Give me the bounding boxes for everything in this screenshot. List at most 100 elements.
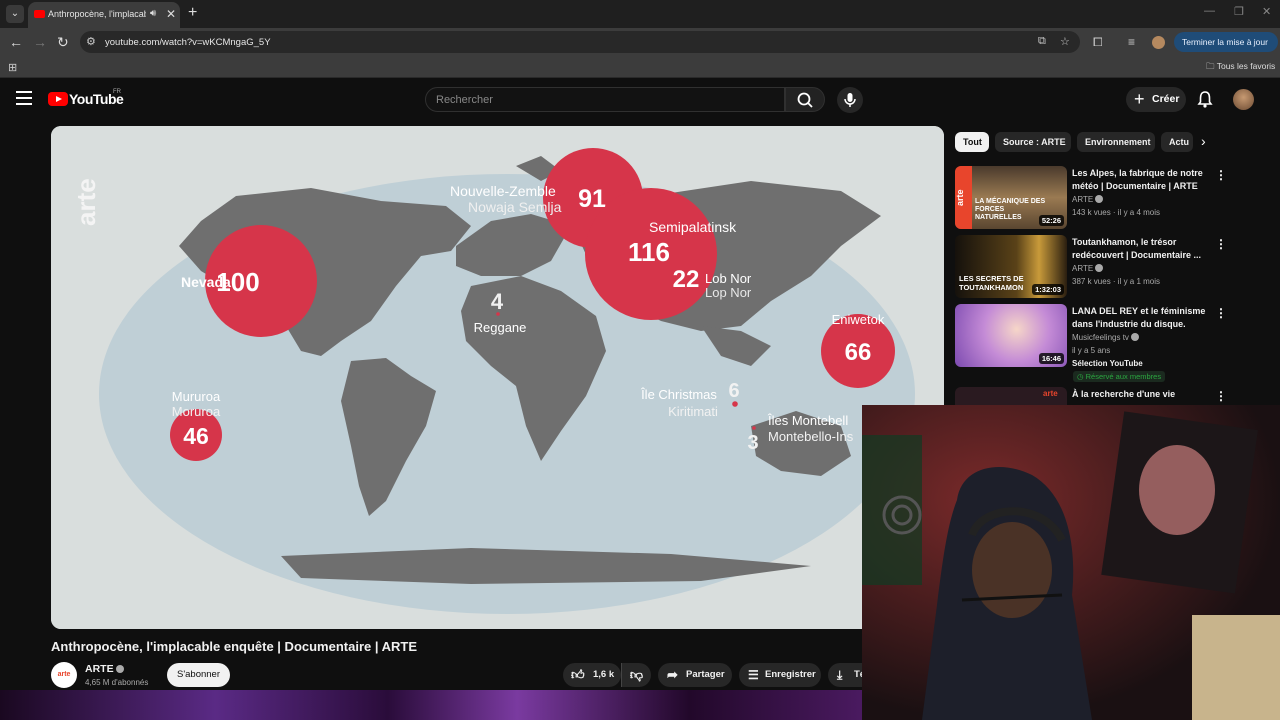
browser-tab[interactable]: Anthropocène, l'implacable 🔊︎ ✕ <box>28 2 180 28</box>
profile-avatar-icon[interactable] <box>1152 36 1165 49</box>
more-options-icon[interactable]: ⋮ <box>1215 168 1227 182</box>
save-button[interactable]: ☰ Enregistrer <box>739 663 821 687</box>
recommendation-title[interactable]: Toutankhamon, le trésor redécouvert | Do… <box>1072 236 1208 262</box>
site-alt-label: Kiritimati <box>668 404 718 419</box>
recommendation-title[interactable]: Les Alpes, la fabrique de notre météo | … <box>1072 167 1208 193</box>
url-text[interactable]: youtube.com/watch?v=wKCMngaG_5Y <box>105 37 271 48</box>
reading-list-icon[interactable]: ≡ <box>1128 35 1135 49</box>
hamburger-menu-icon[interactable] <box>16 91 32 105</box>
video-thumbnail[interactable]: LES SECRETS DE TOUTANKHAMON 1:32:03 <box>955 235 1067 298</box>
search-button[interactable] <box>785 87 825 112</box>
bookmark-star-icon[interactable]: ☆ <box>1060 35 1070 48</box>
install-app-icon[interactable]: ⧉ <box>1038 35 1046 48</box>
site-alt-label: Montebello-Ins <box>768 429 854 444</box>
recommendation-item[interactable]: 16:46 LANA DEL REY et le féminisme dans … <box>955 304 1255 368</box>
recommendation-title[interactable]: À la recherche d'une vie <box>1072 388 1208 401</box>
all-bookmarks-button[interactable]: 🗀︎ Tous les favoris <box>1206 61 1275 75</box>
maximize-window-icon[interactable]: ❐ <box>1234 5 1244 18</box>
site-count: 3 <box>747 432 758 454</box>
site-dot <box>496 312 500 316</box>
plus-icon: + <box>1134 89 1145 109</box>
chevron-right-icon[interactable]: › <box>1201 133 1206 149</box>
extensions-icon[interactable]: ⧠ <box>1093 35 1103 50</box>
dislike-button[interactable]: 👎︎ <box>621 663 651 687</box>
video-player[interactable]: arte 100 Nevada 91 Nouvelle-Zemble Nowaj… <box>51 126 944 629</box>
webcam-overlay <box>862 405 1280 720</box>
share-button[interactable]: ➦ Partager <box>658 663 732 687</box>
site-alt-label: Nowaja Semlja <box>468 199 562 215</box>
more-options-icon[interactable]: ⋮ <box>1215 389 1227 403</box>
thumbs-down-icon: 👎︎ <box>629 667 644 682</box>
verified-check-icon <box>1095 264 1104 272</box>
reload-icon[interactable]: ↻ <box>57 34 69 51</box>
share-arrow-icon: ➦ <box>667 667 678 682</box>
site-count: 66 <box>845 339 872 366</box>
chip-all[interactable]: Tout <box>955 132 989 152</box>
site-label: Mururoa <box>172 389 221 404</box>
recommendation-item[interactable]: LES SECRETS DE TOUTANKHAMON 1:32:03 Tout… <box>955 235 1255 299</box>
create-button[interactable]: + Créer <box>1126 87 1186 112</box>
tab-search-chevron-icon[interactable]: ⌄ <box>6 5 24 23</box>
site-label: Nouvelle-Zemble <box>450 183 556 199</box>
background-video-strip <box>0 690 862 720</box>
site-count: 46 <box>183 423 209 449</box>
channel-name[interactable]: ARTE <box>85 663 124 675</box>
site-count: 6 <box>728 380 739 402</box>
site-label: Eniwetok <box>832 312 885 327</box>
voice-search-button[interactable] <box>837 87 863 113</box>
recommendation-item[interactable]: arte LA MÉCANIQUE DES FORCES NATURELLES … <box>955 166 1255 230</box>
site-info-icon[interactable]: ⚙ <box>86 35 96 48</box>
recommendation-channel[interactable]: Musicfeelings tv <box>1072 333 1139 342</box>
video-duration: 1:32:03 <box>1032 284 1064 295</box>
back-arrow-icon[interactable]: ← <box>9 34 23 50</box>
video-thumbnail[interactable]: arte LA MÉCANIQUE DES FORCES NATURELLES … <box>955 166 1067 229</box>
microphone-icon <box>844 93 856 107</box>
address-bar[interactable]: ⚙ youtube.com/watch?v=wKCMngaG_5Y ⧉ ☆ <box>80 31 1080 53</box>
chip-environment[interactable]: Environnement <box>1077 132 1155 152</box>
site-label: Île Christmas <box>640 387 717 402</box>
site-dot <box>752 426 756 430</box>
video-thumbnail[interactable]: arte <box>955 387 1067 405</box>
verified-check-icon <box>1130 333 1139 341</box>
recommendation-channel[interactable]: ARTE <box>1072 264 1104 273</box>
youtube-logo-icon[interactable] <box>48 92 68 106</box>
search-box[interactable] <box>425 87 785 112</box>
new-tab-icon[interactable]: + <box>188 4 197 22</box>
more-options-icon[interactable]: ⋮ <box>1215 306 1227 320</box>
tab-title: Anthropocène, l'implacable <box>48 9 146 19</box>
recommendation-channel[interactable]: ARTE <box>1072 195 1104 204</box>
recommendation-title[interactable]: LANA DEL REY et le féminisme dans l'indu… <box>1072 305 1208 331</box>
site-count: 22 <box>673 266 700 293</box>
thumb-logo: arte <box>1043 389 1058 398</box>
video-title: Anthropocène, l'implacable enquête | Doc… <box>51 639 418 654</box>
download-icon: ⤓ <box>837 668 843 682</box>
site-count: 91 <box>578 185 606 213</box>
members-only-badge: ◷ Réservé aux membres <box>1073 371 1166 382</box>
apps-grid-icon[interactable]: ⊞ <box>8 61 17 74</box>
close-window-icon[interactable]: ✕ <box>1262 5 1271 18</box>
chip-news[interactable]: Actu <box>1161 132 1193 152</box>
more-options-icon[interactable]: ⋮ <box>1215 237 1227 251</box>
channel-avatar[interactable]: arte <box>51 662 77 688</box>
like-button[interactable]: 👍︎ 1,6 k <box>563 663 621 687</box>
recommendation-item[interactable]: arte À la recherche d'une vie ⋮ <box>955 387 1255 405</box>
video-thumbnail[interactable]: 16:46 <box>955 304 1067 367</box>
close-tab-icon[interactable]: ✕ <box>166 7 176 21</box>
subscriber-count: 4,65 M d'abonnés <box>85 678 149 687</box>
notifications-bell-icon[interactable] <box>1197 90 1213 108</box>
bookmarks-bar: ⊞ 🗀︎ Tous les favoris <box>0 56 1280 78</box>
browser-tab-strip: ⌄ Anthropocène, l'implacable 🔊︎ ✕ + — ❐ … <box>0 0 1280 28</box>
recommendation-meta: 387 k vues · il y a 1 mois <box>1072 277 1161 286</box>
youtube-selection-label: Sélection YouTube <box>1072 359 1143 368</box>
video-duration: 52:26 <box>1038 215 1064 226</box>
recommendation-meta: 143 k vues · il y a 4 mois <box>1072 208 1161 217</box>
speaker-icon[interactable]: 🔊︎ <box>150 8 156 19</box>
account-avatar[interactable] <box>1233 89 1254 110</box>
subscribe-button[interactable]: S'abonner <box>167 663 230 687</box>
search-input[interactable] <box>426 88 784 111</box>
finish-update-button[interactable]: Terminer la mise à jour ⋮ <box>1174 32 1278 67</box>
site-label: Nevada <box>181 274 231 290</box>
chip-source-arte[interactable]: Source : ARTE <box>995 132 1071 152</box>
minimize-window-icon[interactable]: — <box>1204 5 1215 17</box>
forward-arrow-icon[interactable]: → <box>33 34 47 50</box>
